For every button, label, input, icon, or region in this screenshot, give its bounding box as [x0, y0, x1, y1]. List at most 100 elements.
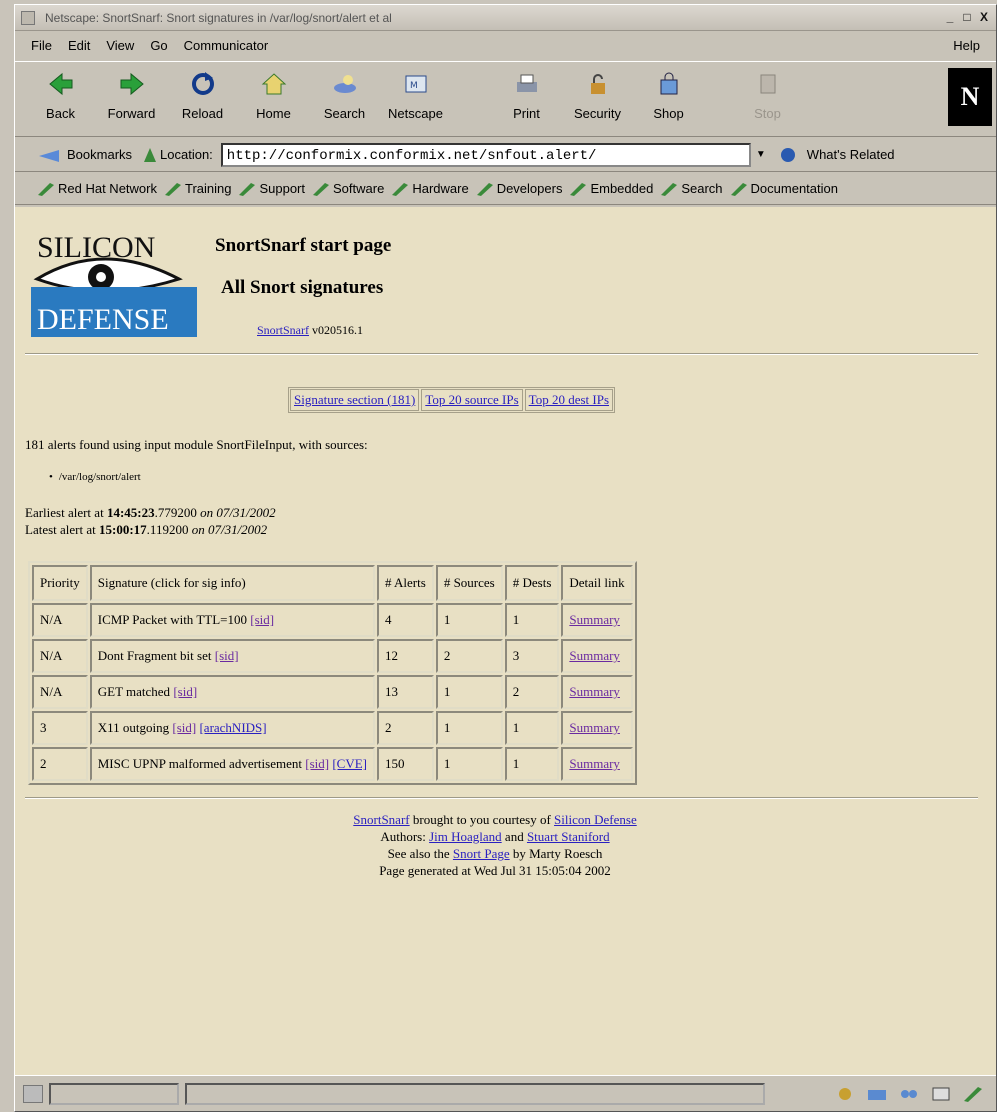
print-button[interactable]: Print [491, 62, 562, 132]
navigator-icon[interactable] [834, 1085, 856, 1103]
summary-link[interactable]: Summary [569, 756, 620, 771]
sid-link[interactable]: [sid] [305, 756, 329, 771]
personal-link-label: Embedded [590, 181, 654, 196]
security-status-icon[interactable] [23, 1084, 43, 1103]
footer-snort-page-link[interactable]: Snort Page [453, 846, 510, 861]
cell-alerts: 12 [377, 639, 434, 673]
personal-link-software[interactable]: Software [312, 181, 384, 196]
sid-link[interactable]: [sid] [173, 684, 197, 699]
netscape-logo[interactable]: N [948, 68, 992, 126]
cell-signature: Dont Fragment bit set [sid] [89, 639, 375, 673]
signature-name: Dont Fragment bit set [97, 648, 212, 663]
personal-link-developers[interactable]: Developers [476, 181, 563, 196]
bookmarks-label: Bookmarks [67, 147, 133, 162]
personal-link-support[interactable]: Support [238, 181, 305, 196]
bookmark-link-icon [313, 182, 330, 196]
cell-signature: MISC UPNP malformed advertisement [sid] … [89, 747, 375, 781]
col-dests: # Dests [504, 565, 560, 601]
window-title: Netscape: SnortSnarf: Snort signatures i… [45, 10, 392, 25]
home-button[interactable]: Home [238, 62, 309, 132]
earliest-on: on [200, 505, 214, 520]
latest-frac: .119200 [146, 522, 189, 537]
nav-top-dest-ips[interactable]: Top 20 dest IPs [524, 389, 613, 411]
snortsnarf-link[interactable]: SnortSnarf [257, 323, 309, 337]
sid-link[interactable]: [sid] [250, 612, 274, 627]
table-header-row: Priority Signature (click for sig info) … [32, 565, 633, 601]
forward-button[interactable]: Forward [96, 62, 167, 132]
bookmarks-button[interactable]: Bookmarks [37, 147, 132, 163]
sid-link[interactable]: [sid] [215, 648, 239, 663]
personal-link-documentation[interactable]: Documentation [730, 181, 838, 196]
summary-link[interactable]: Summary [569, 684, 620, 699]
menu-view[interactable]: View [98, 38, 142, 53]
footer-generated: Page generated at Wed Jul 31 15:05:04 20… [379, 863, 611, 878]
personal-link-hardware[interactable]: Hardware [391, 181, 469, 196]
cve-link[interactable]: [CVE] [332, 756, 367, 771]
menu-help[interactable]: Help [945, 38, 988, 53]
home-label: Home [256, 106, 291, 121]
url-input[interactable]: http://conformix.conformix.net/snfout.al… [220, 142, 751, 167]
personal-link-redhat[interactable]: Red Hat Network [37, 181, 157, 196]
groups-icon[interactable] [898, 1085, 920, 1103]
personal-link-label: Red Hat Network [58, 181, 157, 196]
personal-link-label: Search [681, 181, 723, 196]
cell-priority: 3 [32, 711, 88, 745]
earliest-label: Earliest alert at [25, 505, 104, 520]
earliest-time: 14:45:23 [106, 505, 155, 520]
search-button[interactable]: Search [309, 62, 380, 132]
security-button[interactable]: Security [562, 62, 633, 132]
footer-silicon-defense-link[interactable]: Silicon Defense [554, 812, 637, 827]
footer-authors-text: Authors: [380, 829, 426, 844]
window-menu-icon[interactable] [21, 10, 35, 25]
silicon-defense-logo[interactable]: SILICON DEFENSE [23, 221, 201, 339]
close-icon[interactable]: X [976, 10, 992, 26]
minimize-icon[interactable]: _ [942, 10, 958, 26]
cell-dests: 1 [504, 711, 560, 745]
stop-icon [754, 70, 782, 98]
menu-communicator[interactable]: Communicator [176, 38, 277, 53]
cell-detail: Summary [561, 747, 633, 781]
url-dropdown-icon[interactable]: ▼ [753, 143, 769, 167]
shop-button[interactable]: Shop [633, 62, 704, 132]
cell-alerts: 13 [377, 675, 434, 709]
address-book-icon[interactable] [930, 1085, 952, 1103]
cell-dests: 2 [504, 675, 560, 709]
personal-link-search[interactable]: Search [660, 181, 723, 196]
netscape-button[interactable]: M Netscape [380, 62, 451, 132]
composer-icon[interactable] [962, 1085, 984, 1103]
signature-name: ICMP Packet with TTL=100 [97, 612, 247, 627]
personal-link-label: Developers [496, 181, 563, 196]
printer-icon [513, 70, 541, 98]
cell-alerts: 150 [377, 747, 434, 781]
nav-signature-section[interactable]: Signature section (181) [290, 389, 420, 411]
cell-detail: Summary [561, 639, 633, 673]
arachnids-link[interactable]: [arachNIDS] [199, 720, 266, 735]
stop-button[interactable]: Stop [732, 62, 803, 132]
reload-button[interactable]: Reload [167, 62, 238, 132]
menu-file[interactable]: File [23, 38, 60, 53]
summary-link[interactable]: Summary [569, 648, 620, 663]
footer-author-staniford-link[interactable]: Stuart Staniford [527, 829, 610, 844]
cell-signature: ICMP Packet with TTL=100 [sid] [89, 603, 375, 637]
nav-top-source-ips[interactable]: Top 20 source IPs [421, 389, 523, 411]
title-bar[interactable]: Netscape: SnortSnarf: Snort signatures i… [15, 5, 996, 31]
bookmark-link-icon [38, 182, 54, 196]
cell-alerts: 2 [377, 711, 434, 745]
menu-edit[interactable]: Edit [60, 38, 98, 53]
sid-link[interactable]: [sid] [172, 720, 196, 735]
footer-snortsnarf-link[interactable]: SnortSnarf [353, 812, 409, 827]
whats-related-button[interactable]: What's Related [777, 146, 895, 164]
maximize-icon[interactable]: □ [959, 10, 975, 26]
cell-dests: 3 [504, 639, 560, 673]
back-button[interactable]: Back [25, 62, 96, 132]
summary-link[interactable]: Summary [569, 720, 620, 735]
reload-label: Reload [181, 106, 224, 121]
personal-link-training[interactable]: Training [164, 181, 231, 196]
summary-link[interactable]: Summary [569, 612, 620, 627]
cell-sources: 1 [435, 711, 503, 745]
footer-author-hoagland-link[interactable]: Jim Hoagland [429, 829, 502, 844]
personal-link-embedded[interactable]: Embedded [569, 181, 653, 196]
menu-go[interactable]: Go [142, 38, 175, 53]
whats-related-label: What's Related [806, 147, 895, 162]
mail-icon[interactable] [866, 1085, 888, 1103]
